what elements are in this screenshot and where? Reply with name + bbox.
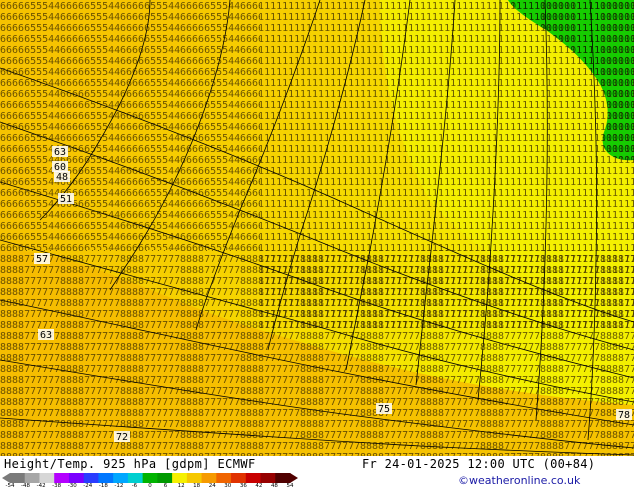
colorbar-segment xyxy=(172,473,188,483)
colorbar-segment xyxy=(216,473,232,483)
colorbar-segment xyxy=(186,473,203,483)
colorbar-segment xyxy=(98,473,114,483)
colorbar-min-arrow xyxy=(2,473,10,483)
map-title: Height/Temp. 925 hPa [gdpm] ECMWF xyxy=(4,457,256,471)
contour-label: 63 xyxy=(54,147,66,158)
number-texture xyxy=(0,0,634,456)
colorbar-tick-label: -30 xyxy=(67,483,77,489)
colorbar-segment xyxy=(10,473,26,483)
colorbar-segment xyxy=(231,473,247,483)
forecast-datetime: Fr 24-01-2025 12:00 UTC (00+84) xyxy=(362,457,596,471)
colorbar-tick-label: 48 xyxy=(270,483,278,489)
copyright-link[interactable]: ©weatheronline.co.uk xyxy=(458,474,580,487)
colorbar-segment xyxy=(39,473,55,483)
contour-label: 78 xyxy=(618,410,630,421)
colorbar-segment xyxy=(142,473,158,483)
colorbar-segment xyxy=(68,473,85,483)
colorbar-segment xyxy=(127,473,144,483)
colorbar-segment xyxy=(83,473,99,483)
colorbar-tick-label: -24 xyxy=(83,483,93,489)
contour-label: 75 xyxy=(378,404,390,415)
colorbar-tick-label: 36 xyxy=(239,483,247,489)
contour-label: 63 xyxy=(40,330,52,341)
colorbar-tick-label: 12 xyxy=(177,483,185,489)
colorbar-segment xyxy=(24,473,40,483)
colorbar-tick-label: -12 xyxy=(114,483,124,489)
colorbar-tick-label: 24 xyxy=(208,483,216,489)
colorbar-segment xyxy=(275,473,291,483)
colorbar-segment xyxy=(54,473,70,483)
colorbar-segment xyxy=(201,473,217,483)
colorbar-tick-label: 54 xyxy=(286,483,294,489)
forecast-map: 1111111111 6666655544 8888777777 0000001… xyxy=(0,0,634,456)
colorbar-tick-label: 18 xyxy=(193,483,201,489)
colorbar-max-arrow xyxy=(290,473,298,483)
map-footer: Height/Temp. 925 hPa [gdpm] ECMWF Fr 24-… xyxy=(0,456,634,490)
contour-label: 72 xyxy=(116,432,128,443)
colorbar-tick-label: 6 xyxy=(163,483,168,489)
contour-label: 57 xyxy=(36,254,48,265)
colorbar-tick-label: -54 xyxy=(5,483,15,489)
colorbar-tick-label: 0 xyxy=(148,483,152,489)
colorbar-tick-label: -18 xyxy=(98,483,108,489)
contour-label: 51 xyxy=(60,194,72,205)
colorbar-tick-label: -6 xyxy=(131,483,138,489)
colorbar-tick-label: -48 xyxy=(21,483,31,489)
colorbar xyxy=(2,473,298,483)
colorbar-tick-label: 42 xyxy=(255,483,263,489)
colorbar-tick-label: 30 xyxy=(224,483,232,489)
colorbar-tick-label: -42 xyxy=(36,483,46,489)
contour-label: 48 xyxy=(56,172,68,183)
colorbar-segment xyxy=(113,473,129,483)
colorbar-segment xyxy=(260,473,276,483)
colorbar-segment xyxy=(245,473,262,483)
colorbar-tick-label: -38 xyxy=(52,483,62,489)
colorbar-segment xyxy=(157,473,173,483)
